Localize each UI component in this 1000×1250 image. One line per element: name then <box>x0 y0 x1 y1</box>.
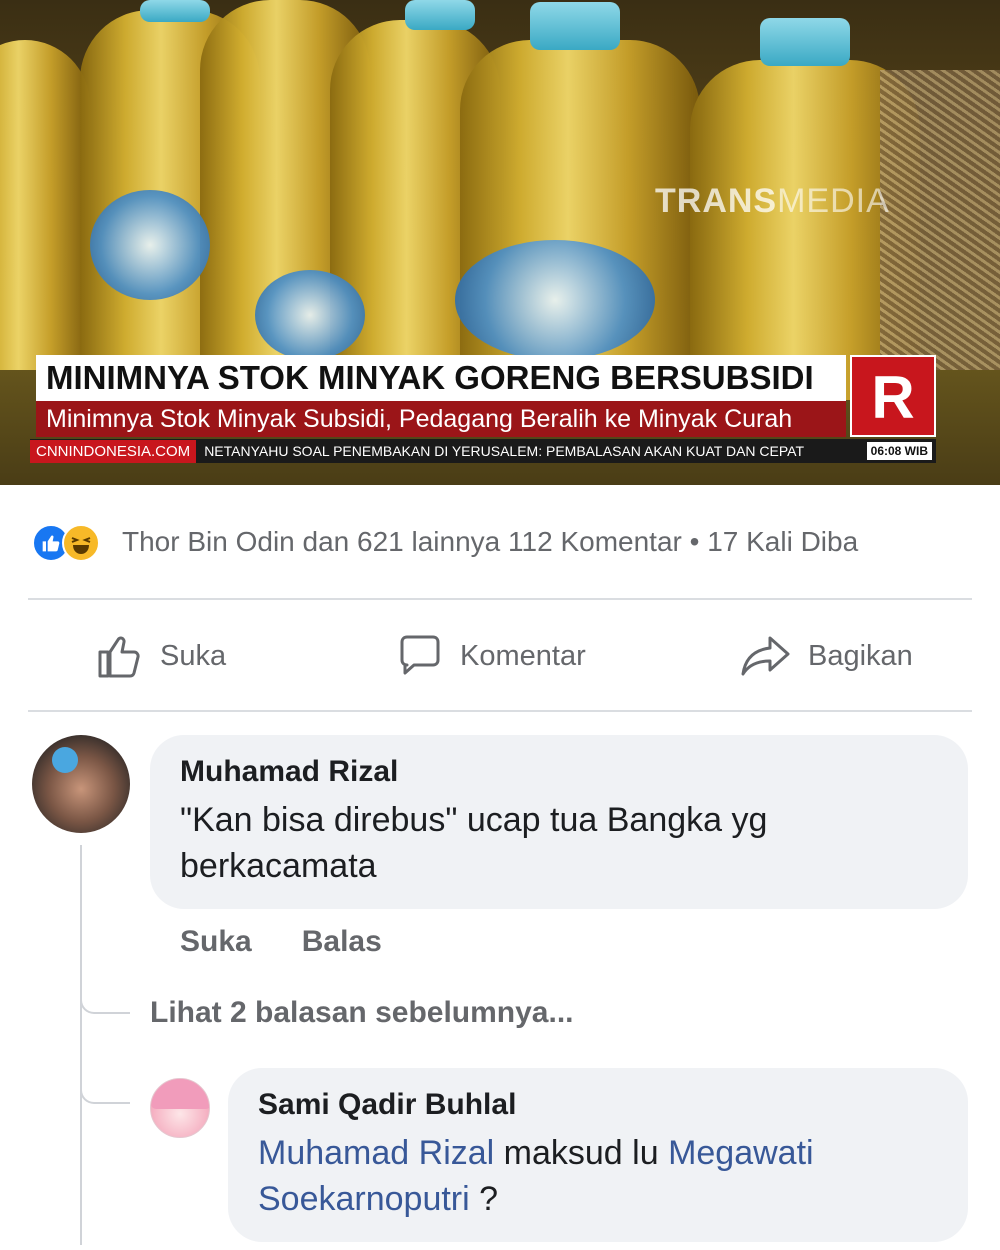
divider <box>28 710 972 712</box>
bottle-label <box>255 270 365 360</box>
thread-branch <box>80 990 130 1014</box>
like-label: Suka <box>160 639 227 672</box>
ticker-time: 06:08 WIB <box>866 442 932 460</box>
comment-author[interactable]: Muhamad Rizal <box>180 755 938 789</box>
bottle-cap <box>140 0 210 22</box>
sticker-decoration <box>52 747 78 773</box>
comment-like-button[interactable]: Suka <box>180 925 252 958</box>
comment-text: "Kan bisa direbus" ucap tua Bangka yg be… <box>180 801 768 885</box>
bottle-label <box>455 240 655 360</box>
thread-branch <box>80 1080 130 1104</box>
reactions-summary[interactable]: Thor Bin Odin dan 621 lainnya 112 Koment… <box>32 522 1000 566</box>
avatar-hair <box>151 1079 209 1109</box>
mention-link[interactable]: Soekarnoputri <box>258 1180 470 1218</box>
comment-button[interactable]: Komentar <box>396 628 586 684</box>
news-headline: MINIMNYA STOK MINYAK GORENG BERSUBSIDI <box>36 355 846 401</box>
channel-logo: R <box>850 355 936 437</box>
divider <box>28 598 972 600</box>
oil-bottle <box>0 40 90 370</box>
comment-actions: Suka Balas <box>180 925 432 959</box>
bottle-cap <box>760 18 850 66</box>
reactions-text[interactable]: Thor Bin Odin dan 621 lainnya 112 Koment… <box>122 526 858 558</box>
like-button[interactable]: Suka <box>96 628 226 684</box>
ticker-news: NETANYAHU SOAL PENEMBAKAN DI YERUSALEM: … <box>204 443 805 459</box>
reply-bubble[interactable]: Sami Qadir Buhlal Muhamad Rizal maksud l… <box>228 1068 968 1242</box>
thread-line <box>80 845 82 1245</box>
bottle-label <box>90 190 210 300</box>
reply-text: Muhamad Rizal maksud lu Megawati Soekarn… <box>258 1134 814 1218</box>
mention-link[interactable]: Megawati <box>668 1134 814 1172</box>
ticker-source: CNNINDONESIA.COM <box>30 440 197 463</box>
news-ticker: CNNINDONESIA.COM NETANYAHU SOAL PENEMBAKA… <box>30 439 936 463</box>
comment-reply-button[interactable]: Balas <box>302 925 382 958</box>
share-button[interactable]: Bagikan <box>740 628 913 684</box>
comment-label: Komentar <box>460 639 586 672</box>
comment-icon <box>400 635 440 675</box>
view-previous-replies-link[interactable]: Lihat 2 balasan sebelumnya... <box>150 996 574 1030</box>
avatar[interactable] <box>32 735 130 833</box>
transmedia-watermark: TRANSMEDIA <box>655 182 890 220</box>
share-icon <box>741 636 790 676</box>
bottle-cap <box>405 0 475 30</box>
bottle-cap <box>530 2 620 50</box>
thumbs-up-icon <box>98 636 140 678</box>
mention-link[interactable]: Muhamad Rizal <box>258 1134 494 1172</box>
comment-bubble[interactable]: Muhamad Rizal "Kan bisa direbus" ucap tu… <box>150 735 968 909</box>
news-subheadline: Minimnya Stok Minyak Subsidi, Pedagang B… <box>36 401 846 437</box>
reply-author[interactable]: Sami Qadir Buhlal <box>258 1088 938 1122</box>
share-label: Bagikan <box>808 639 913 672</box>
haha-icon <box>62 524 100 562</box>
straw-decoration <box>880 70 1000 370</box>
news-image[interactable]: TRANSMEDIA MINIMNYA STOK MINYAK GORENG B… <box>0 0 1000 485</box>
avatar[interactable] <box>150 1078 210 1138</box>
